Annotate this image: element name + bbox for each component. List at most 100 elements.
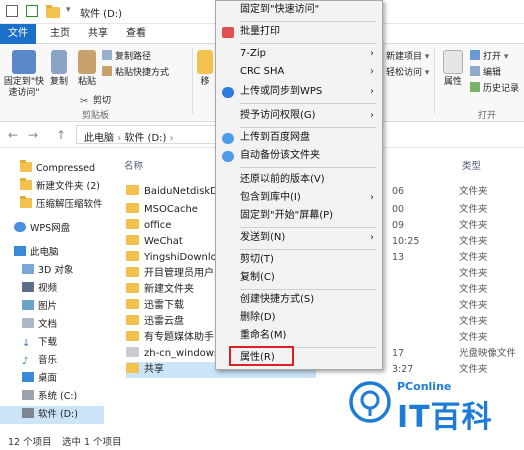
menu-separator xyxy=(240,227,376,228)
breadcrumb-drive-d[interactable]: 软件 (D:) xyxy=(124,133,166,144)
menu-item-upload-wps[interactable]: 上传或同步到WPS › xyxy=(216,83,382,101)
app-icon xyxy=(6,5,18,20)
menu-separator xyxy=(240,289,376,290)
properties-button[interactable]: 属性 xyxy=(440,50,466,88)
folder-icon xyxy=(126,267,139,277)
menu-item-create-shortcut[interactable]: 创建快捷方式(S) xyxy=(216,291,382,309)
up-button[interactable]: ↑ xyxy=(56,128,66,142)
menu-item-include-library[interactable]: 包含到库中(I) › xyxy=(216,189,382,207)
nav-item-drive-c[interactable]: 系统 (C:) xyxy=(0,388,104,406)
download-icon: ↓ xyxy=(22,338,31,349)
menu-item-send-to[interactable]: 发送到(N) › xyxy=(216,229,382,247)
folder-icon xyxy=(126,331,139,341)
open-button[interactable]: 打开 ▾ xyxy=(470,50,508,64)
file-date: 13 xyxy=(392,252,405,263)
copy-button[interactable]: 复制 xyxy=(48,50,70,88)
cut-button[interactable]: ✂ 剪切 xyxy=(80,94,111,108)
paste-shortcut-icon xyxy=(102,66,112,76)
nav-item-compressed[interactable]: Compressed xyxy=(0,160,104,178)
menu-separator xyxy=(240,103,376,104)
wps-cloud-icon xyxy=(222,87,234,98)
folder-icon xyxy=(126,203,139,213)
menu-item-restore-versions[interactable]: 还原以前的版本(V) xyxy=(216,171,382,189)
menu-item-delete[interactable]: 删除(D) xyxy=(216,309,382,327)
file-type: 文件夹 xyxy=(459,300,488,311)
scissors-icon: ✂ xyxy=(80,96,89,107)
nav-item-compression-software[interactable]: 压缩解压缩软件 xyxy=(0,196,104,214)
menu-separator xyxy=(240,249,376,250)
paste-icon xyxy=(78,50,96,74)
menu-item-copy[interactable]: 复制(C) xyxy=(216,269,382,287)
file-date: 09 xyxy=(392,220,405,231)
menu-separator xyxy=(240,43,376,44)
nav-item-new-folder-2[interactable]: 新建文件夹 (2) xyxy=(0,178,104,196)
column-header-type[interactable]: 类型 xyxy=(462,158,481,172)
ribbon-separator xyxy=(434,48,435,114)
move-folder-icon xyxy=(197,50,213,74)
file-type: 文件夹 xyxy=(459,186,488,197)
menu-item-pin-start[interactable]: 固定到"开始"屏幕(P) xyxy=(216,207,382,225)
chevron-right-icon: › xyxy=(370,110,374,121)
pin-icon xyxy=(12,50,36,74)
file-type: 文件夹 xyxy=(459,316,488,327)
nav-item-downloads[interactable]: ↓ 下载 xyxy=(0,334,104,352)
dropdown-icon[interactable]: ▾ xyxy=(66,5,71,15)
baidu-cloud-icon xyxy=(222,133,234,144)
nav-item-wps-cloud[interactable]: WPS网盘 xyxy=(0,220,104,238)
nav-item-videos[interactable]: 视频 xyxy=(0,280,104,298)
copy-icon xyxy=(51,50,67,74)
edit-button[interactable]: 编辑 xyxy=(470,66,501,80)
tab-home[interactable]: 主页 xyxy=(42,24,78,44)
paste-shortcut-button[interactable]: 粘贴快捷方式 xyxy=(102,66,169,80)
pin-quick-access-button[interactable]: 固定到"快速访问" xyxy=(2,50,46,99)
menu-item-rename[interactable]: 重命名(M) xyxy=(216,327,382,345)
new-item-button[interactable]: 新建项目 ▾ xyxy=(386,50,429,64)
copy-path-button[interactable]: 复制路径 xyxy=(102,50,151,64)
menu-item-grant-access[interactable]: 授予访问权限(G) › xyxy=(216,107,382,125)
column-header-name[interactable]: 名称 xyxy=(124,158,143,172)
menu-item-cut[interactable]: 剪切(T) xyxy=(216,251,382,269)
menu-item-auto-backup[interactable]: 自动备份该文件夹 xyxy=(216,147,382,165)
check-icon[interactable] xyxy=(26,5,38,20)
breadcrumb: 此电脑 › 软件 (D:) › xyxy=(84,133,174,144)
menu-item-upload-baidu[interactable]: 上传到百度网盘 xyxy=(216,129,382,147)
chevron-right-icon: › xyxy=(370,232,374,243)
menu-item-crc-sha[interactable]: CRC SHA › xyxy=(216,63,382,81)
nav-item-pictures[interactable]: 图片 xyxy=(0,298,104,316)
picture-icon xyxy=(22,300,34,310)
tab-view[interactable]: 查看 xyxy=(118,24,154,44)
open-group-label: 打开 xyxy=(478,111,497,121)
folder-icon[interactable] xyxy=(46,5,60,21)
file-type: 文件夹 xyxy=(459,236,488,247)
menu-item-7zip[interactable]: 7-Zip › xyxy=(216,45,382,63)
cloud-icon xyxy=(14,222,26,232)
nav-item-desktop[interactable]: 桌面 xyxy=(0,370,104,388)
desktop-icon xyxy=(22,372,34,382)
move-to-button[interactable]: 移 xyxy=(196,50,214,88)
history-button[interactable]: 历史记录 xyxy=(470,82,519,96)
folder-icon xyxy=(126,299,139,309)
tab-share[interactable]: 共享 xyxy=(80,24,116,44)
forward-button[interactable]: → xyxy=(28,128,38,142)
paste-button[interactable]: 粘贴 xyxy=(74,50,100,88)
folder-icon xyxy=(126,363,139,373)
breadcrumb-this-pc[interactable]: 此电脑 xyxy=(84,133,114,144)
nav-item-this-pc[interactable]: 此电脑 xyxy=(0,244,104,262)
menu-item-pin-quick-access[interactable]: 固定到"快速访问" xyxy=(216,1,382,19)
drive-icon xyxy=(22,408,34,418)
nav-item-music[interactable]: ♪ 音乐 xyxy=(0,352,104,370)
easy-access-button[interactable]: 轻松访问 ▾ xyxy=(386,66,429,80)
menu-separator xyxy=(240,127,376,128)
nav-item-drive-d[interactable]: 软件 (D:) xyxy=(0,406,104,424)
document-icon xyxy=(22,318,34,328)
nav-item-3d-objects[interactable]: 3D 对象 xyxy=(0,262,104,280)
folder-icon xyxy=(20,160,32,172)
back-button[interactable]: ← xyxy=(8,128,18,142)
nav-item-documents[interactable]: 文档 xyxy=(0,316,104,334)
print-icon xyxy=(222,27,234,38)
copy-path-icon xyxy=(102,50,112,60)
clipboard-group-label: 剪贴板 xyxy=(82,111,110,121)
menu-item-batch-print[interactable]: 批量打印 xyxy=(216,23,382,41)
chevron-right-icon: › xyxy=(370,66,374,77)
tab-file[interactable]: 文件 xyxy=(0,24,36,44)
